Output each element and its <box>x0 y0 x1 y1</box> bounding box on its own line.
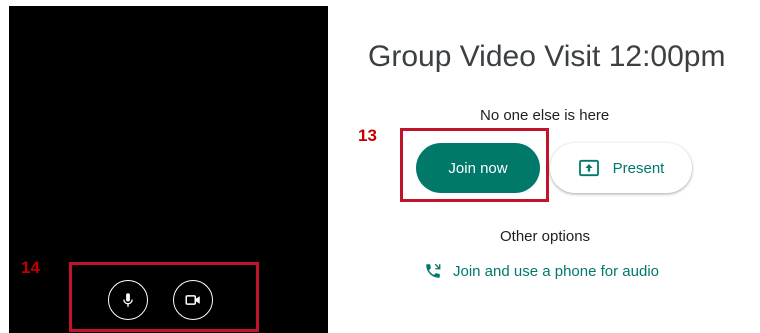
join-now-label: Join now <box>448 159 508 177</box>
join-with-phone-link[interactable]: Join and use a phone for audio <box>424 262 659 280</box>
microphone-icon <box>123 293 133 307</box>
present-screen-icon <box>578 159 599 177</box>
participant-status-text: No one else is here <box>480 107 610 124</box>
join-with-phone-label: Join and use a phone for audio <box>453 262 659 280</box>
camera-toggle-button[interactable] <box>173 280 213 320</box>
annotation-marker-13: 13 <box>358 126 377 145</box>
video-camera-icon <box>185 295 200 305</box>
annotation-marker-14: 14 <box>21 258 40 277</box>
other-options-heading: Other options <box>500 228 591 245</box>
microphone-toggle-button[interactable] <box>108 280 148 320</box>
phone-call-icon <box>426 263 441 278</box>
join-now-button[interactable]: Join now <box>416 143 540 193</box>
present-label: Present <box>612 159 665 177</box>
present-button[interactable]: Present <box>550 143 692 193</box>
highlight-box-media-controls <box>69 262 259 332</box>
meeting-title: Group Video Visit 12:00pm <box>368 40 726 73</box>
